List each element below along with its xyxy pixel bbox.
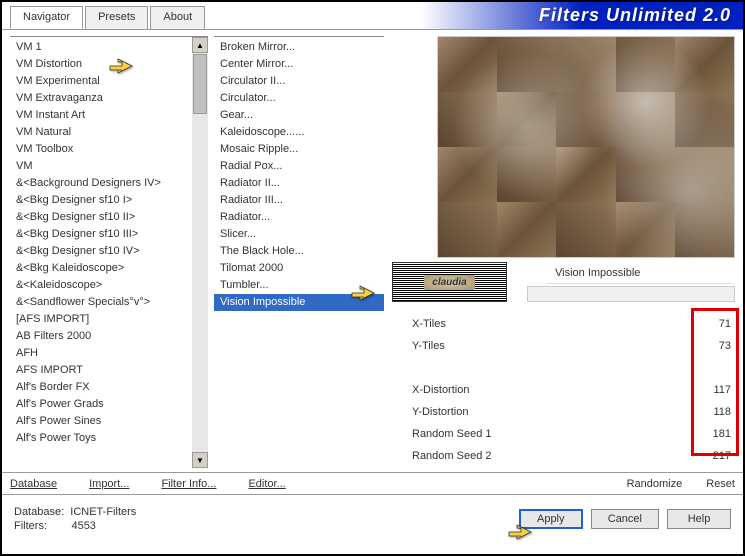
category-item[interactable]: &<Sandflower Specials°v°> bbox=[10, 294, 192, 311]
logo-text: claudia bbox=[424, 275, 474, 290]
category-item[interactable]: VM Extravaganza bbox=[10, 90, 192, 107]
progress-bar bbox=[527, 286, 735, 302]
category-item[interactable]: AB Filters 2000 bbox=[10, 328, 192, 345]
category-item[interactable]: &<Bkg Designer sf10 I> bbox=[10, 192, 192, 209]
category-item[interactable]: VM Distortion bbox=[10, 56, 192, 73]
filter-item[interactable]: Radiator II... bbox=[214, 175, 384, 192]
param-label: X-Tiles bbox=[412, 318, 695, 330]
editor-link[interactable]: Editor... bbox=[248, 478, 285, 490]
category-item[interactable]: VM Experimental bbox=[10, 73, 192, 90]
category-item[interactable]: AFS IMPORT bbox=[10, 362, 192, 379]
current-filter-name: Vision Impossible bbox=[547, 263, 735, 284]
param-row[interactable]: Random Seed 2217 bbox=[412, 446, 735, 466]
cancel-button[interactable]: Cancel bbox=[591, 509, 659, 529]
category-item[interactable]: &<Bkg Designer sf10 III> bbox=[10, 226, 192, 243]
category-item[interactable]: AFH bbox=[10, 345, 192, 362]
param-label: Random Seed 2 bbox=[412, 450, 695, 462]
filter-item[interactable]: Broken Mirror... bbox=[214, 39, 384, 56]
filter-item[interactable]: Slicer... bbox=[214, 226, 384, 243]
category-item[interactable]: VM Toolbox bbox=[10, 141, 192, 158]
logo: claudia bbox=[392, 262, 507, 302]
param-label: Y-Distortion bbox=[412, 406, 695, 418]
param-value: 71 bbox=[695, 318, 735, 330]
category-item[interactable]: &<Kaleidoscope> bbox=[10, 277, 192, 294]
category-item[interactable]: VM Natural bbox=[10, 124, 192, 141]
filter-listbox[interactable]: Broken Mirror...Center Mirror...Circulat… bbox=[214, 36, 384, 468]
tab-about[interactable]: About bbox=[150, 6, 205, 29]
footer: Database: ICNET-Filters Filters: 4553 Ap… bbox=[2, 494, 743, 542]
category-item[interactable]: &<Bkg Kaleidoscope> bbox=[10, 260, 192, 277]
toolbar: Database Import... Filter Info... Editor… bbox=[2, 472, 743, 494]
param-value: 181 bbox=[695, 428, 735, 440]
param-value: 117 bbox=[695, 384, 735, 396]
param-row[interactable]: Y-Distortion118 bbox=[412, 402, 735, 422]
filter-item[interactable]: Tumbler... bbox=[214, 277, 384, 294]
category-item[interactable]: [AFS IMPORT] bbox=[10, 311, 192, 328]
filter-item[interactable]: Mosaic Ripple... bbox=[214, 141, 384, 158]
category-item[interactable]: Alf's Power Grads bbox=[10, 396, 192, 413]
param-value: 118 bbox=[695, 406, 735, 418]
import-link[interactable]: Import... bbox=[89, 478, 129, 490]
param-row[interactable]: X-Tiles71 bbox=[412, 314, 735, 334]
footer-info: Database: ICNET-Filters Filters: 4553 bbox=[14, 505, 519, 533]
category-item[interactable]: Alf's Power Sines bbox=[10, 413, 192, 430]
filter-item[interactable]: Kaleidoscope...... bbox=[214, 124, 384, 141]
filter-item[interactable]: Radial Pox... bbox=[214, 158, 384, 175]
reset-button[interactable]: Reset bbox=[706, 478, 735, 490]
tab-navigator[interactable]: Navigator bbox=[10, 6, 83, 29]
param-value: 73 bbox=[695, 340, 735, 352]
param-row[interactable]: Random Seed 1181 bbox=[412, 424, 735, 444]
filter-item[interactable]: Vision Impossible bbox=[214, 294, 384, 311]
database-link[interactable]: Database bbox=[10, 478, 57, 490]
category-item[interactable]: Alf's Power Toys bbox=[10, 430, 192, 447]
param-row[interactable]: Y-Tiles73 bbox=[412, 336, 735, 356]
filter-item[interactable]: Radiator III... bbox=[214, 192, 384, 209]
filter-item[interactable]: Circulator... bbox=[214, 90, 384, 107]
param-row[interactable]: X-Distortion117 bbox=[412, 380, 735, 400]
filter-info-link[interactable]: Filter Info... bbox=[161, 478, 216, 490]
parameters-panel: X-Tiles71Y-Tiles73 X-Distortion117Y-Dist… bbox=[392, 314, 735, 468]
app-title: Filters Unlimited 2.0 bbox=[539, 5, 731, 26]
preview-image bbox=[437, 36, 735, 258]
scroll-up-icon[interactable]: ▲ bbox=[192, 37, 208, 53]
param-label: Y-Tiles bbox=[412, 340, 695, 352]
category-item[interactable]: &<Background Designers IV> bbox=[10, 175, 192, 192]
filter-item[interactable]: Gear... bbox=[214, 107, 384, 124]
filter-item[interactable]: Radiator... bbox=[214, 209, 384, 226]
filter-item[interactable]: The Black Hole... bbox=[214, 243, 384, 260]
category-item[interactable]: &<Bkg Designer sf10 II> bbox=[10, 209, 192, 226]
tabs-bar: Navigator Presets About bbox=[2, 2, 207, 29]
scroll-down-icon[interactable]: ▼ bbox=[192, 452, 208, 468]
category-item[interactable]: VM bbox=[10, 158, 192, 175]
tab-presets[interactable]: Presets bbox=[85, 6, 148, 29]
randomize-button[interactable]: Randomize bbox=[627, 478, 683, 490]
filter-item[interactable]: Center Mirror... bbox=[214, 56, 384, 73]
param-value: 217 bbox=[695, 450, 735, 462]
category-listbox[interactable]: VM 1VM DistortionVM ExperimentalVM Extra… bbox=[10, 36, 208, 468]
help-button[interactable]: Help bbox=[667, 509, 731, 529]
scroll-thumb[interactable] bbox=[193, 54, 207, 114]
category-item[interactable]: &<Bkg Designer sf10 IV> bbox=[10, 243, 192, 260]
category-item[interactable]: Alf's Border FX bbox=[10, 379, 192, 396]
filter-item[interactable]: Circulator II... bbox=[214, 73, 384, 90]
apply-button[interactable]: Apply bbox=[519, 509, 583, 529]
filter-item[interactable]: Tilomat 2000 bbox=[214, 260, 384, 277]
category-scrollbar[interactable]: ▲ ▼ bbox=[192, 37, 208, 468]
param-label: X-Distortion bbox=[412, 384, 695, 396]
category-item[interactable]: VM Instant Art bbox=[10, 107, 192, 124]
param-label: Random Seed 1 bbox=[412, 428, 695, 440]
category-item[interactable]: VM 1 bbox=[10, 39, 192, 56]
title-bar: Filters Unlimited 2.0 bbox=[207, 2, 743, 29]
